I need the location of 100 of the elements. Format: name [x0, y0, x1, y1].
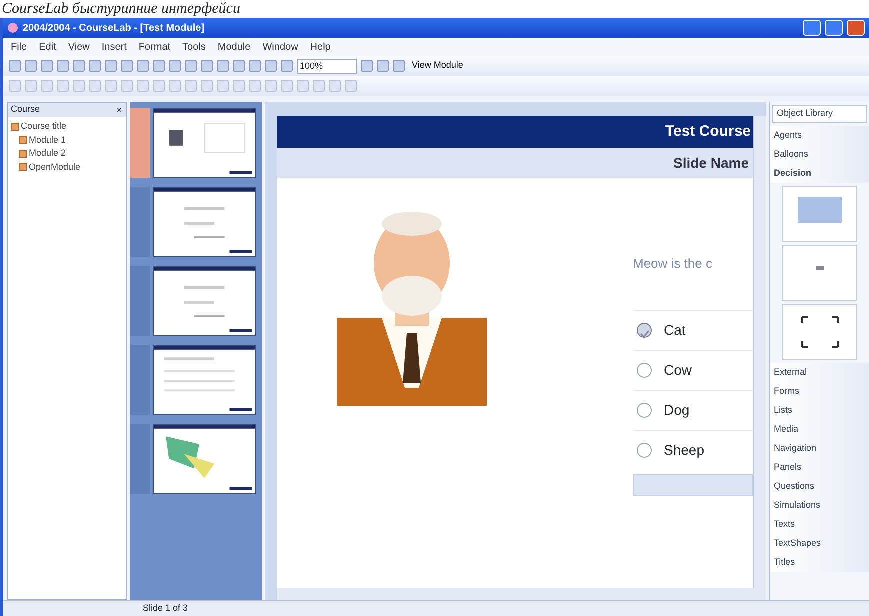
toolbar-button[interactable] — [185, 60, 197, 72]
toolbar-button[interactable] — [57, 60, 69, 72]
tree-item[interactable]: Module 1 — [29, 134, 66, 147]
toolbar-button[interactable] — [313, 80, 325, 92]
menu-item[interactable]: Module — [218, 40, 251, 54]
library-category[interactable]: Texts — [770, 515, 869, 534]
toolbar-button[interactable] — [41, 80, 53, 92]
toolbar-button[interactable] — [201, 60, 213, 72]
menu-item[interactable]: Tools — [182, 40, 206, 54]
toolbar-button[interactable] — [105, 60, 117, 72]
toolbar-button[interactable] — [249, 80, 261, 92]
menu-item[interactable]: Format — [138, 40, 171, 54]
toolbar-button[interactable] — [233, 60, 245, 72]
toolbar-button[interactable] — [265, 80, 277, 92]
slide-thumbnail[interactable] — [153, 345, 256, 415]
radio-button[interactable] — [637, 322, 652, 338]
close-button[interactable]: × — [116, 104, 123, 116]
maximize-button[interactable] — [825, 20, 843, 36]
course-title-bar: Test Course — [277, 116, 753, 148]
thumbnail-marker[interactable] — [130, 424, 150, 494]
toolbar-button[interactable] — [137, 60, 149, 72]
library-category[interactable]: Forms — [770, 382, 869, 401]
toolbar-button[interactable] — [9, 60, 21, 72]
view-module-button[interactable]: View Module — [409, 58, 466, 74]
library-category[interactable]: Balloons — [770, 145, 869, 164]
minimize-button[interactable] — [803, 20, 821, 36]
library-category[interactable]: External — [770, 363, 869, 382]
toolbar-button[interactable] — [281, 60, 293, 72]
toolbar-button[interactable] — [153, 80, 165, 92]
menu-item[interactable]: Help — [310, 40, 331, 54]
thumbnail-marker[interactable] — [130, 187, 150, 257]
library-category[interactable]: Lists — [770, 401, 869, 420]
thumbnail-marker[interactable] — [130, 108, 150, 178]
toolbar-button[interactable] — [249, 60, 261, 72]
toolbar-button[interactable] — [121, 60, 133, 72]
toolbar-button[interactable] — [169, 60, 181, 72]
toolbar-button[interactable] — [25, 60, 37, 72]
tree-item[interactable]: Course title — [21, 120, 67, 134]
toolbar-button[interactable] — [169, 80, 181, 92]
library-category[interactable]: Titles — [770, 553, 869, 572]
toolbar-button[interactable] — [105, 80, 117, 92]
toolbar-button[interactable] — [185, 80, 197, 92]
radio-button[interactable] — [637, 442, 652, 458]
library-dropdown[interactable]: Object Library — [772, 105, 867, 123]
library-category[interactable]: Agents — [770, 126, 869, 145]
toolbar-button[interactable] — [377, 60, 389, 72]
toolbar-button[interactable] — [281, 80, 293, 92]
library-category[interactable]: Media — [770, 420, 869, 439]
toolbar-button[interactable] — [73, 80, 85, 92]
library-category[interactable]: Simulations — [770, 496, 869, 515]
toolbar-button[interactable] — [41, 60, 53, 72]
toolbar-button[interactable] — [25, 80, 37, 92]
slide-thumbnail[interactable] — [153, 108, 256, 178]
window-title: 2004/2004 - CourseLab - [Test Module] — [23, 22, 206, 36]
toolbar-button[interactable] — [121, 80, 133, 92]
tree-item[interactable]: Module 2 — [29, 147, 66, 160]
toolbar-button[interactable] — [89, 60, 101, 72]
toolbar-button[interactable] — [361, 60, 373, 72]
thumbnail-marker[interactable] — [130, 266, 150, 336]
slide-thumbnail[interactable] — [153, 187, 256, 257]
toolbar-button[interactable] — [393, 60, 405, 72]
close-button[interactable] — [847, 20, 865, 36]
toolbar-button[interactable] — [9, 80, 21, 92]
slide-thumbnail[interactable] — [153, 424, 256, 494]
library-category[interactable]: Decision — [770, 164, 869, 183]
toolbar-button[interactable] — [153, 60, 165, 72]
scrollbar[interactable] — [753, 116, 766, 588]
toolbar-button[interactable] — [265, 60, 277, 72]
slide-thumbnail[interactable] — [153, 266, 256, 336]
toolbar-button[interactable] — [329, 80, 341, 92]
library-category[interactable]: Navigation — [770, 439, 869, 458]
toolbar-button[interactable] — [297, 80, 309, 92]
toolbar-button[interactable] — [57, 80, 69, 92]
library-category[interactable]: Panels — [770, 458, 869, 477]
toolbar-button[interactable] — [201, 80, 213, 92]
menu-item[interactable]: Insert — [102, 40, 127, 54]
toolbar-button[interactable] — [345, 80, 357, 92]
toolbar-button[interactable] — [73, 60, 85, 72]
option-label: Cow — [664, 360, 692, 380]
menu-item[interactable]: Edit — [39, 40, 56, 54]
toolbar-button[interactable] — [233, 80, 245, 92]
radio-button[interactable] — [637, 362, 652, 378]
tree-item[interactable]: OpenModule — [29, 160, 81, 174]
radio-button[interactable] — [637, 402, 652, 418]
zoom-field[interactable]: 100% — [297, 58, 357, 74]
menu-item[interactable]: File — [11, 40, 28, 54]
library-category[interactable]: Questions — [770, 477, 869, 496]
status-text: Slide 1 of 3 — [143, 602, 188, 615]
menu-item[interactable]: Window — [262, 40, 298, 54]
panel-title: Course — [11, 103, 40, 116]
scrollbar[interactable] — [277, 588, 766, 600]
menu-item[interactable]: View — [68, 40, 90, 54]
library-category[interactable]: TextShapes — [770, 534, 869, 553]
tree-node-icon — [19, 136, 27, 144]
toolbar-button[interactable] — [137, 80, 149, 92]
toolbar-button[interactable] — [217, 60, 229, 72]
question-text: Meow is the c — [633, 255, 714, 273]
toolbar-button[interactable] — [89, 80, 101, 92]
toolbar-button[interactable] — [217, 80, 229, 92]
thumbnail-marker[interactable] — [130, 345, 150, 415]
